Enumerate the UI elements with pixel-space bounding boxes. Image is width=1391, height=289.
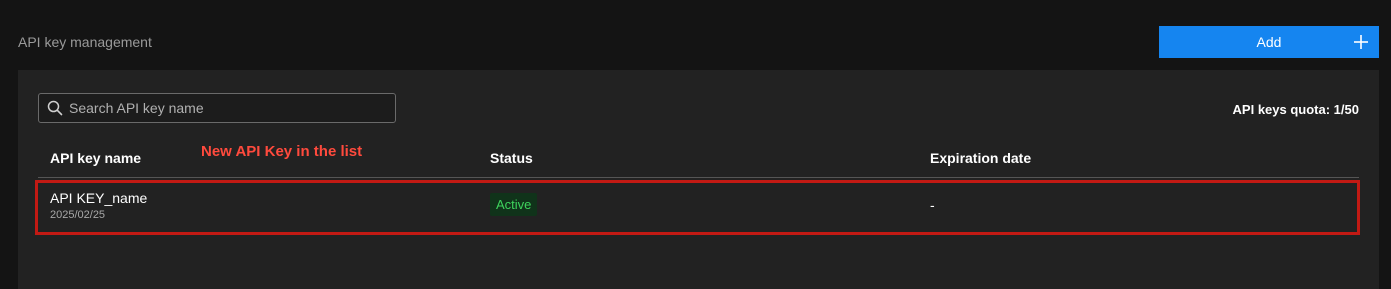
search-box[interactable] bbox=[38, 93, 396, 123]
column-header-expiration-date[interactable]: Expiration date bbox=[930, 150, 1031, 166]
plus-icon bbox=[1354, 35, 1368, 49]
add-button[interactable]: Add bbox=[1159, 26, 1379, 58]
status-badge: Active bbox=[490, 193, 538, 216]
page-title: API key management bbox=[18, 34, 152, 50]
annotation-label: New API Key in the list bbox=[201, 143, 363, 160]
api-key-management-page: API key management Add API keys quota: 1… bbox=[0, 0, 1391, 289]
api-key-created-date: 2025/02/25 bbox=[50, 209, 106, 221]
api-keys-quota: API keys quota: 1/50 bbox=[1232, 102, 1359, 117]
search-input[interactable] bbox=[67, 99, 391, 117]
api-key-panel: API keys quota: 1/50 API key name Status… bbox=[18, 70, 1379, 289]
expiration-date: - bbox=[930, 197, 935, 213]
column-header-status[interactable]: Status bbox=[490, 150, 533, 166]
column-header-api-key-name[interactable]: API key name bbox=[50, 150, 141, 166]
api-key-name[interactable]: API KEY_name bbox=[50, 190, 147, 206]
search-icon bbox=[47, 100, 63, 116]
add-button-label: Add bbox=[1256, 34, 1282, 50]
table-row[interactable]: API KEY_name 2025/02/25 Active - bbox=[18, 178, 1379, 234]
